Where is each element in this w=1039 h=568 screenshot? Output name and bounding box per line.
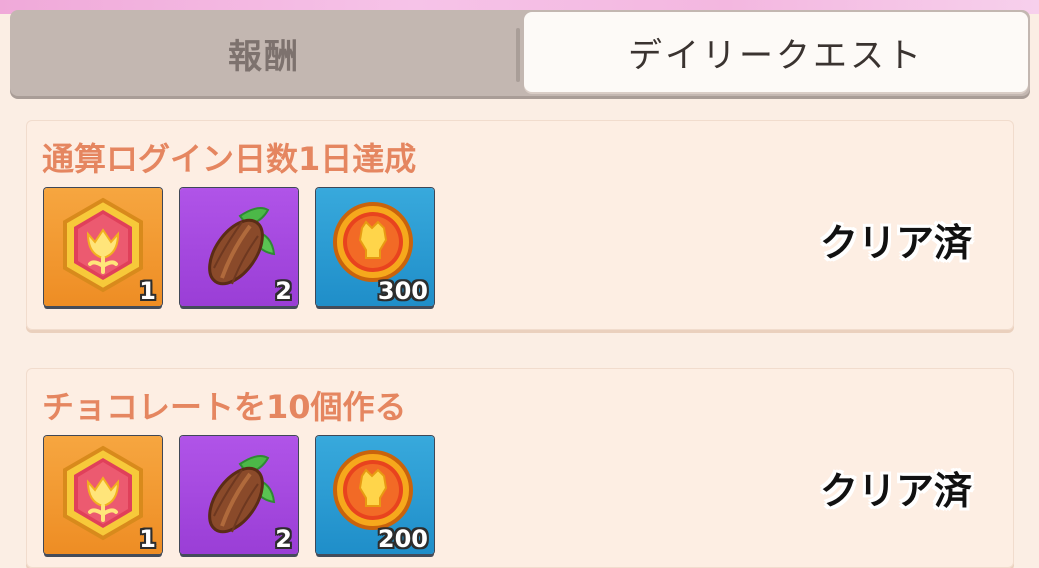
status-label: クリア済 bbox=[819, 221, 972, 265]
reward-item[interactable]: 300 bbox=[316, 188, 434, 306]
quest-title: チョコレートを10個作る bbox=[42, 388, 407, 426]
reward-item[interactable]: 1 bbox=[44, 188, 162, 306]
tab-divider bbox=[516, 28, 520, 82]
reward-quantity: 300 bbox=[377, 277, 428, 305]
reward-item[interactable]: 1 bbox=[44, 436, 162, 554]
reward-quantity: 2 bbox=[275, 525, 292, 553]
reward-item[interactable]: 2 bbox=[180, 436, 298, 554]
reward-quantity: 1 bbox=[139, 525, 156, 553]
reward-quantity: 2 bbox=[275, 277, 292, 305]
tab-daily-quests[interactable]: デイリークエスト bbox=[524, 12, 1028, 92]
tab-daily-quests-label: デイリークエスト bbox=[628, 35, 924, 76]
tab-rewards[interactable]: 報酬 bbox=[10, 10, 518, 96]
quest-card: チョコレートを10個作る 1 2 200 クリア済 bbox=[26, 368, 1014, 568]
quest-card: 通算ログイン日数1日達成 1 2 300 クリア済 bbox=[26, 120, 1014, 330]
reward-item[interactable]: 2 bbox=[180, 188, 298, 306]
reward-item[interactable]: 200 bbox=[316, 436, 434, 554]
tab-bar: 報酬 デイリークエスト bbox=[10, 10, 1030, 96]
quest-title: 通算ログイン日数1日達成 bbox=[42, 140, 417, 178]
status-label: クリア済 bbox=[819, 469, 972, 513]
reward-quantity: 1 bbox=[139, 277, 156, 305]
tab-rewards-label: 報酬 bbox=[228, 36, 300, 77]
reward-quantity: 200 bbox=[377, 525, 428, 553]
